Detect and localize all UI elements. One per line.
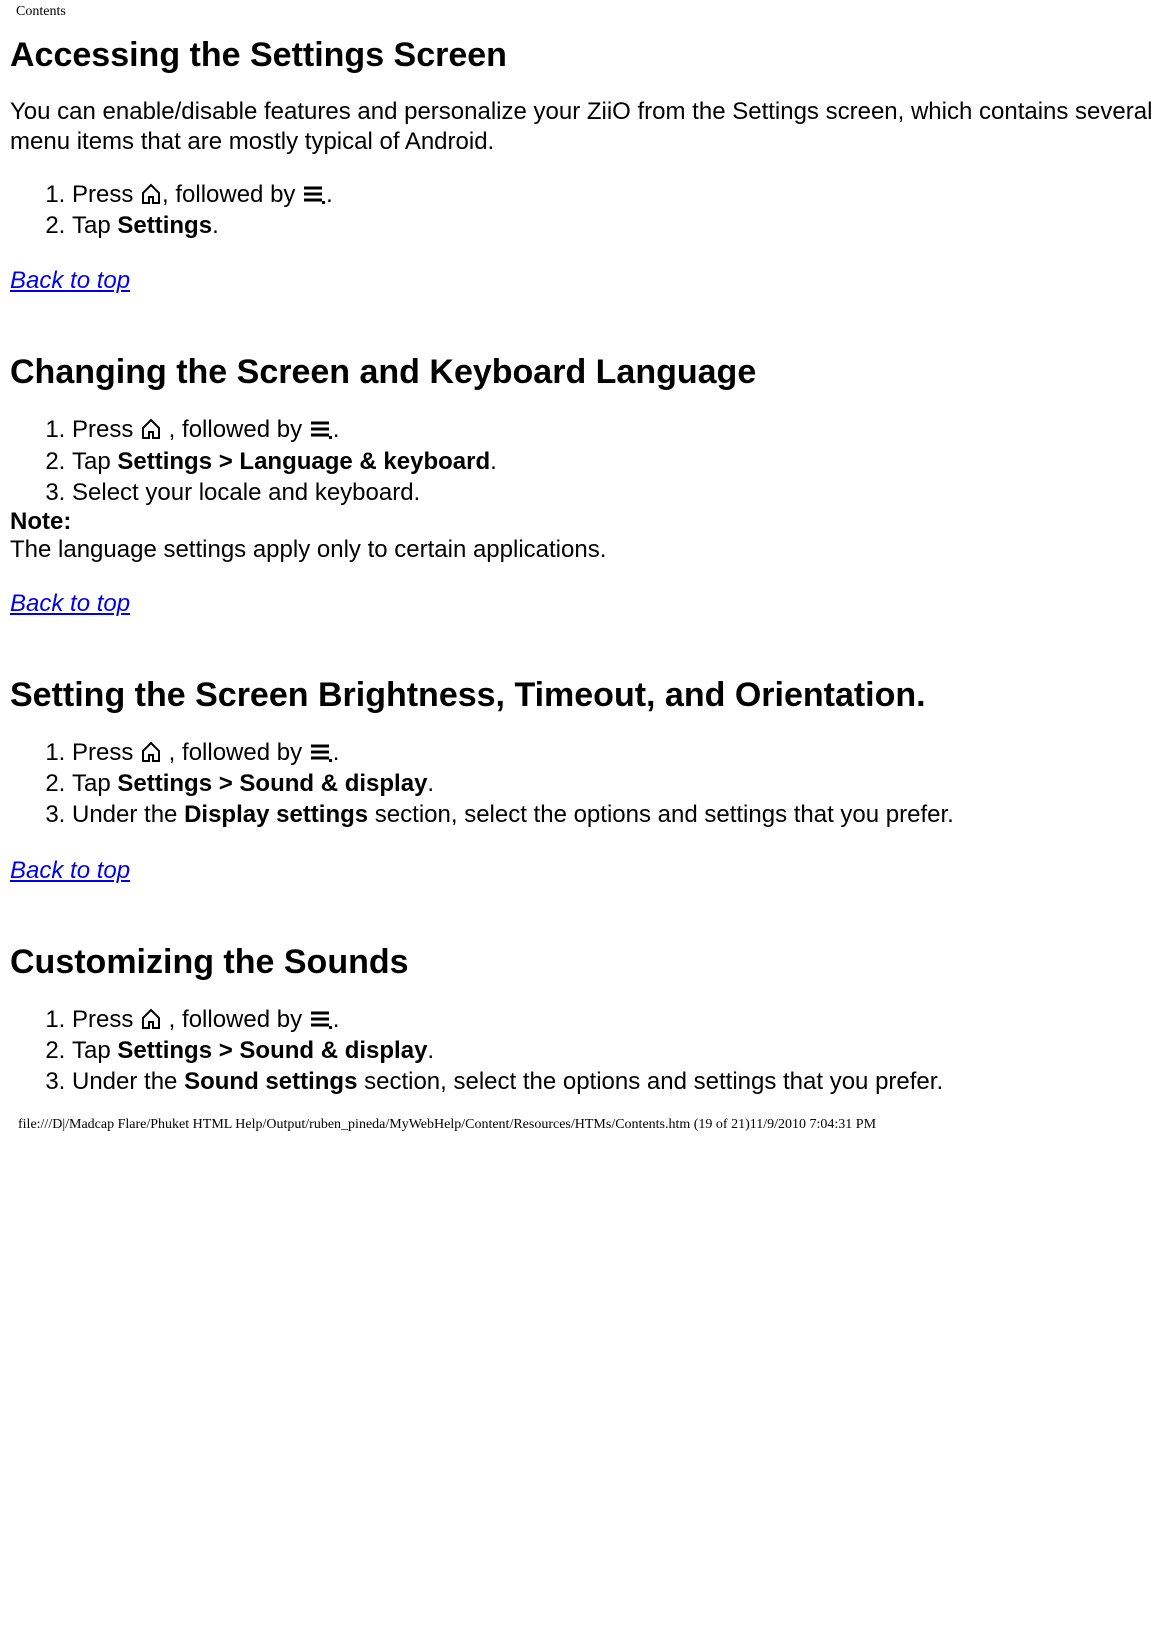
step-text: Under the	[72, 801, 184, 828]
step-text: .	[333, 416, 340, 443]
menu-icon	[309, 1008, 333, 1030]
list-item: Press , followed by .	[72, 414, 1158, 445]
intro-paragraph: You can enable/disable features and pers…	[10, 97, 1158, 157]
step-bold: Settings > Sound & display	[117, 770, 427, 797]
step-text: Press	[72, 181, 140, 208]
step-text: Tap	[72, 448, 117, 475]
step-text: , followed by	[162, 1006, 309, 1033]
list-item: Tap Settings > Sound & display.	[72, 1035, 1158, 1066]
list-item: Select your locale and keyboard.	[72, 477, 1158, 508]
page-header: Contents	[10, 0, 1158, 30]
step-text: Tap	[72, 770, 117, 797]
list-item: Under the Display settings section, sele…	[72, 799, 1158, 830]
menu-icon	[309, 418, 333, 440]
step-text: .	[212, 212, 219, 239]
page-footer: file:///D|/Madcap Flare/Phuket HTML Help…	[10, 1097, 1158, 1139]
step-text: , followed by	[162, 181, 302, 208]
note-text: The language settings apply only to cert…	[10, 536, 1158, 564]
back-to-top-link[interactable]: Back to top	[10, 590, 130, 618]
step-text: Under the	[72, 1068, 184, 1095]
home-icon	[140, 183, 162, 205]
step-text: Press	[72, 739, 140, 766]
home-icon	[140, 418, 162, 440]
step-text: Press	[72, 1006, 140, 1033]
menu-icon	[302, 183, 326, 205]
step-text: , followed by	[162, 416, 309, 443]
list-item: Press , followed by .	[72, 1004, 1158, 1035]
step-text: .	[490, 448, 497, 475]
heading-customizing-sounds: Customizing the Sounds	[10, 943, 1158, 982]
step-text: section, select the options and settings…	[368, 801, 954, 828]
home-icon	[140, 1008, 162, 1030]
back-to-top-link[interactable]: Back to top	[10, 857, 130, 885]
step-bold: Settings > Sound & display	[117, 1037, 427, 1064]
list-item: Under the Sound settings section, select…	[72, 1066, 1158, 1097]
steps-list: Press , followed by . Tap Settings > Sou…	[10, 1004, 1158, 1098]
list-item: Press , followed by .	[72, 179, 1158, 210]
step-bold: Settings > Language & keyboard	[117, 448, 490, 475]
step-text: Tap	[72, 212, 117, 239]
step-text: , followed by	[162, 739, 309, 766]
list-item: Tap Settings > Language & keyboard.	[72, 446, 1158, 477]
back-to-top-link[interactable]: Back to top	[10, 267, 130, 295]
menu-icon	[309, 741, 333, 763]
step-text: section, select the options and settings…	[357, 1068, 943, 1095]
heading-accessing-settings: Accessing the Settings Screen	[10, 36, 1158, 75]
steps-list: Press , followed by . Tap Settings > Sou…	[10, 737, 1158, 831]
heading-screen-brightness: Setting the Screen Brightness, Timeout, …	[10, 676, 1158, 715]
step-text: Tap	[72, 1037, 117, 1064]
step-text: .	[333, 1006, 340, 1033]
steps-list: Press , followed by . Tap Settings.	[10, 179, 1158, 241]
step-bold: Settings	[117, 212, 212, 239]
heading-changing-language: Changing the Screen and Keyboard Languag…	[10, 353, 1158, 392]
step-bold: Display settings	[184, 801, 368, 828]
home-icon	[140, 741, 162, 763]
note-label: Note:	[10, 508, 1158, 536]
list-item: Tap Settings > Sound & display.	[72, 768, 1158, 799]
list-item: Tap Settings.	[72, 210, 1158, 241]
step-text: .	[427, 1037, 434, 1064]
steps-list: Press , followed by . Tap Settings > Lan…	[10, 414, 1158, 508]
list-item: Press , followed by .	[72, 737, 1158, 768]
step-bold: Sound settings	[184, 1068, 357, 1095]
step-text: .	[427, 770, 434, 797]
step-text: .	[326, 181, 333, 208]
step-text: .	[333, 739, 340, 766]
step-text: Press	[72, 416, 140, 443]
